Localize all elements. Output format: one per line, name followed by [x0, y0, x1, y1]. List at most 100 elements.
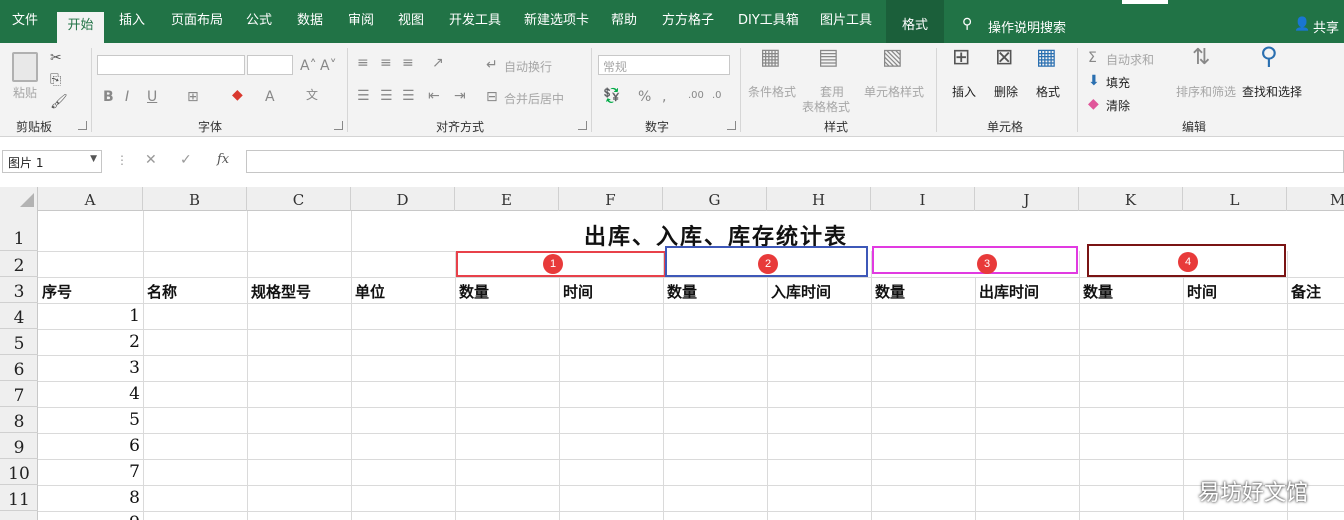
find-select-icon[interactable]: ⚲ [1260, 44, 1278, 68]
insert-cells-button[interactable]: 插入 [952, 83, 976, 100]
tab-view[interactable]: 视图 [398, 10, 424, 32]
clear-button[interactable]: 清除 [1106, 97, 1130, 114]
decrease-font-icon[interactable]: A˅ [320, 58, 337, 74]
decrease-indent-icon[interactable]: ⇤ [428, 88, 440, 104]
cell-serial[interactable]: 8 [40, 488, 140, 508]
cell-serial[interactable]: 5 [40, 410, 140, 430]
align-right-icon[interactable]: ☰ [402, 88, 415, 104]
column-header-a[interactable]: A [38, 187, 143, 211]
tab-developer[interactable]: 开发工具 [449, 10, 501, 32]
format-painter-icon[interactable]: 🖌 [50, 94, 68, 110]
row-header-1[interactable]: 1 [0, 211, 38, 251]
row-header-6[interactable]: 6 [0, 355, 38, 381]
find-select-button[interactable]: 查找和选择 [1242, 83, 1302, 100]
cell-serial[interactable]: 1 [40, 306, 140, 326]
tab-diy-toolbox[interactable]: DIY工具箱 [738, 10, 799, 32]
delete-cells-icon[interactable]: ⊠ [995, 47, 1013, 69]
header-qty-2[interactable]: 数量 [667, 281, 697, 302]
increase-indent-icon[interactable]: ⇥ [454, 88, 466, 104]
tab-page-layout[interactable]: 页面布局 [171, 10, 223, 32]
border-icon[interactable]: ⊞ [187, 89, 199, 105]
column-header-h[interactable]: H [767, 187, 871, 211]
increase-font-icon[interactable]: A˄ [300, 58, 317, 74]
header-qty-4[interactable]: 数量 [1083, 281, 1113, 302]
select-all-corner[interactable] [20, 193, 34, 207]
percent-button[interactable]: % [638, 89, 651, 105]
delete-cells-button[interactable]: 删除 [994, 83, 1018, 100]
row-header-8[interactable]: 8 [0, 407, 38, 433]
column-header-c[interactable]: C [247, 187, 351, 211]
header-spec[interactable]: 规格型号 [251, 281, 311, 302]
row-header-9[interactable]: 9 [0, 433, 38, 459]
column-header-i[interactable]: I [871, 187, 975, 211]
header-qty-1[interactable]: 数量 [459, 281, 489, 302]
tab-help[interactable]: 帮助 [611, 10, 637, 32]
font-launcher-icon[interactable] [334, 121, 343, 130]
number-format-dropdown[interactable]: 常规 [598, 55, 730, 75]
comma-icon[interactable]: , [662, 89, 666, 105]
accounting-icon[interactable]: 💱 [603, 88, 620, 104]
align-top-icon[interactable]: ≡ [357, 55, 369, 71]
header-in-time[interactable]: 入库时间 [771, 281, 831, 302]
name-box[interactable]: 图片 1 ▼ [2, 150, 102, 173]
fill-button[interactable]: 填充 [1106, 74, 1130, 91]
phonetic-icon[interactable]: 文 [306, 87, 318, 103]
header-unit[interactable]: 单位 [355, 281, 385, 302]
row-header-11[interactable]: 11 [0, 485, 38, 511]
formula-input[interactable] [246, 150, 1344, 173]
cut-icon[interactable]: ✂ [50, 50, 62, 66]
chevron-down-icon[interactable]: ▼ [90, 154, 97, 164]
column-header-b[interactable]: B [143, 187, 247, 211]
conditional-format-button[interactable]: 条件格式 [748, 83, 796, 100]
format-cells-icon[interactable]: ▦ [1036, 47, 1057, 69]
number-launcher-icon[interactable] [727, 121, 736, 130]
orientation-icon[interactable]: ↗ [432, 55, 444, 71]
header-time-1[interactable]: 时间 [563, 281, 593, 302]
copy-icon[interactable]: ⎘ [50, 72, 61, 88]
font-color-button[interactable]: A [265, 89, 275, 105]
tab-data[interactable]: 数据 [297, 10, 323, 32]
cell-serial[interactable]: 2 [40, 332, 140, 352]
tab-format[interactable]: 格式 [886, 0, 944, 43]
paste-icon[interactable] [12, 52, 38, 82]
autosum-icon[interactable]: Σ [1088, 50, 1097, 66]
header-time-4[interactable]: 时间 [1187, 281, 1217, 302]
column-header-g[interactable]: G [663, 187, 767, 211]
column-header-k[interactable]: K [1079, 187, 1183, 211]
autosum-button[interactable]: 自动求和 [1106, 51, 1154, 68]
row-header-10[interactable]: 10 [0, 459, 38, 485]
merge-center-button[interactable]: 合并后居中 [504, 90, 564, 107]
clear-icon[interactable]: ◆ [1088, 96, 1099, 112]
paste-button[interactable]: 粘贴 [13, 84, 37, 101]
column-header-d[interactable]: D [351, 187, 455, 211]
share-button[interactable]: 共享 [1313, 17, 1339, 36]
tab-new[interactable]: 新建选项卡 [524, 10, 589, 32]
font-size-dropdown[interactable] [247, 55, 293, 75]
decrease-decimal-icon[interactable]: .0 [712, 88, 722, 104]
clipboard-launcher-icon[interactable] [78, 121, 87, 130]
cell-serial-partial[interactable]: 9 [40, 513, 140, 520]
italic-button[interactable]: I [125, 89, 129, 105]
merge-center-icon[interactable]: ⊟ [486, 89, 498, 105]
sort-filter-button[interactable]: 排序和筛选 [1176, 83, 1236, 100]
row-header-4[interactable]: 4 [0, 303, 38, 329]
cell-styles-icon[interactable]: ▧ [882, 47, 903, 69]
conditional-format-icon[interactable]: ▦ [760, 47, 781, 69]
header-name[interactable]: 名称 [147, 281, 177, 302]
column-header-l[interactable]: L [1183, 187, 1287, 211]
format-cells-button[interactable]: 格式 [1036, 83, 1060, 100]
tab-file[interactable]: 文件 [12, 10, 38, 32]
wrap-text-icon[interactable]: ↵ [486, 57, 498, 73]
column-header-j[interactable]: J [975, 187, 1079, 211]
font-name-dropdown[interactable] [97, 55, 245, 75]
align-left-icon[interactable]: ☰ [357, 88, 370, 104]
header-out-time[interactable]: 出库时间 [979, 281, 1039, 302]
format-as-table-line2[interactable]: 表格格式 [802, 98, 850, 115]
header-qty-3[interactable]: 数量 [875, 281, 905, 302]
column-header-f[interactable]: F [559, 187, 663, 211]
underline-button[interactable]: U [147, 89, 157, 105]
tell-me-search[interactable]: 操作说明搜索 [988, 17, 1066, 36]
cell-serial[interactable]: 6 [40, 436, 140, 456]
align-center-icon[interactable]: ☰ [380, 88, 393, 104]
row-header-3[interactable]: 3 [0, 277, 38, 303]
